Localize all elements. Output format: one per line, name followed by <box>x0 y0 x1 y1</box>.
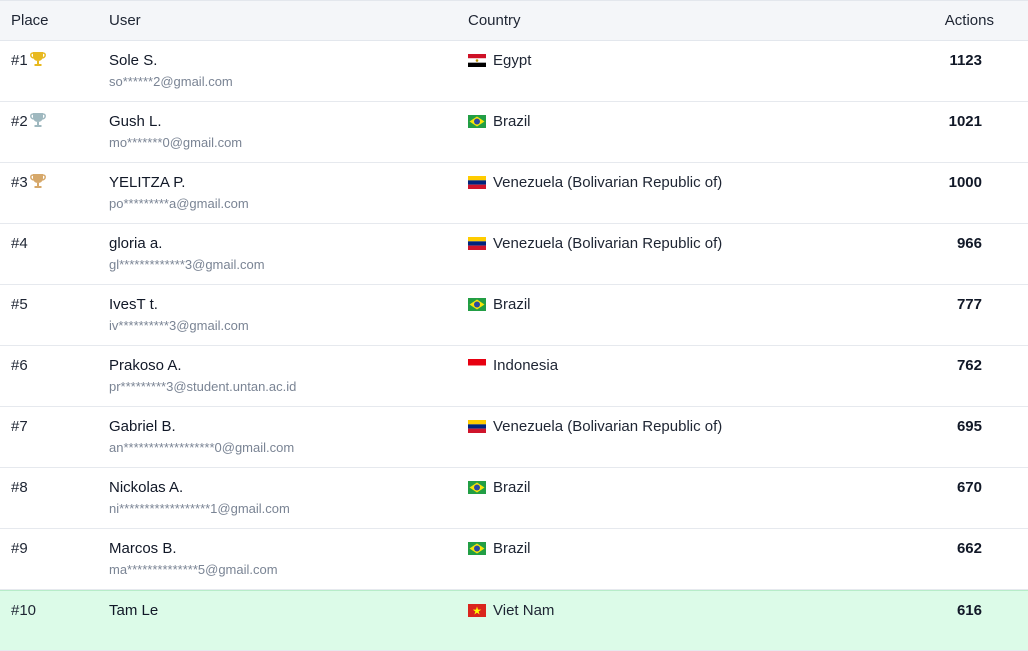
header-actions: Actions <box>944 12 994 29</box>
place-rank: #9 <box>11 540 28 557</box>
actions-count: 1123 <box>949 52 982 69</box>
brazil-flag-icon <box>468 481 486 494</box>
brazil-flag-icon <box>468 542 486 555</box>
user-name: Sole S. <box>109 52 158 69</box>
place-rank: #1 <box>11 52 28 69</box>
user-email: po*********a@gmail.com <box>109 196 249 211</box>
place-rank: #8 <box>11 479 28 496</box>
actions-count: 966 <box>956 235 982 252</box>
place-cell: #6 <box>11 357 28 374</box>
table-row: #1 Sole S. so******2@gmail.com Egypt 1123 <box>0 41 1028 102</box>
user-email: so******2@gmail.com <box>109 74 233 89</box>
place-cell: #1 <box>11 52 47 69</box>
country-name: Egypt <box>493 52 532 69</box>
country-cell: Venezuela (Bolivarian Republic of) <box>468 235 722 252</box>
user-email: pr*********3@student.untan.ac.id <box>109 379 297 394</box>
place-cell: #9 <box>11 540 28 557</box>
table-row: #4 gloria a. gl*************3@gmail.com Ve… <box>0 224 1028 285</box>
place-cell: #2 <box>11 113 47 130</box>
leaderboard-table: Place User Country Actions #1 Sole S. so*… <box>0 0 1028 651</box>
country-name: Brazil <box>493 479 531 496</box>
actions-count: 662 <box>956 540 982 557</box>
country-name: Viet Nam <box>493 602 555 619</box>
table-row: #7 Gabriel B. an******************0@gmail.… <box>0 407 1028 468</box>
user-email: an******************0@gmail.com <box>109 440 295 455</box>
actions-count: 762 <box>956 357 982 374</box>
place-rank: #2 <box>11 113 28 130</box>
user-email: gl*************3@gmail.com <box>109 257 265 272</box>
actions-count: 695 <box>956 418 982 435</box>
table-row: #2 Gush L. mo*******0@gmail.com Brazil 102… <box>0 102 1028 163</box>
actions-count: 1000 <box>948 174 982 191</box>
user-name: Gush L. <box>109 113 162 130</box>
table-row: #9 Marcos B. ma**************5@gmail.com B… <box>0 529 1028 590</box>
place-cell: #3 <box>11 174 47 191</box>
country-cell: Indonesia <box>468 357 558 374</box>
country-cell: Viet Nam <box>468 602 554 619</box>
table-row: #5 IvesT t. iv**********3@gmail.com Brazil… <box>0 285 1028 346</box>
place-rank: #6 <box>11 357 28 374</box>
place-rank: #7 <box>11 418 28 435</box>
table-row: #10 Tam Le Viet Nam 616 <box>0 590 1028 651</box>
country-name: Venezuela (Bolivarian Republic of) <box>493 418 723 435</box>
country-cell: Brazil <box>468 479 531 496</box>
place-rank: #3 <box>11 174 28 191</box>
table-header: Place User Country Actions <box>0 0 1028 41</box>
country-name: Venezuela (Bolivarian Republic of) <box>493 235 723 252</box>
venezuela-flag-icon <box>468 237 486 250</box>
country-name: Venezuela (Bolivarian Republic of) <box>493 174 723 191</box>
place-rank: #4 <box>11 235 28 252</box>
trophy-icon <box>29 50 47 68</box>
place-cell: #7 <box>11 418 28 435</box>
place-rank: #10 <box>11 602 37 619</box>
user-name: Marcos B. <box>109 540 177 557</box>
table-body: #1 Sole S. so******2@gmail.com Egypt 1123 #… <box>0 41 1028 651</box>
country-cell: Brazil <box>468 113 531 130</box>
country-name: Brazil <box>493 113 531 130</box>
venezuela-flag-icon <box>468 420 486 433</box>
country-cell: Venezuela (Bolivarian Republic of) <box>468 174 722 191</box>
trophy-icon <box>29 172 47 190</box>
country-cell: Egypt <box>468 52 531 69</box>
egypt-flag-icon <box>468 54 486 67</box>
place-cell: #5 <box>11 296 28 313</box>
actions-count: 1021 <box>948 113 982 130</box>
table-row: #6 Prakoso A. pr*********3@student.untan.a… <box>0 346 1028 407</box>
brazil-flag-icon <box>468 298 486 311</box>
trophy-icon <box>29 111 47 129</box>
country-name: Brazil <box>493 540 531 557</box>
user-email: ma**************5@gmail.com <box>109 562 278 577</box>
country-cell: Brazil <box>468 540 531 557</box>
place-rank: #5 <box>11 296 28 313</box>
vietnam-flag-icon <box>468 604 486 617</box>
indonesia-flag-icon <box>468 359 486 372</box>
header-place: Place <box>11 12 49 29</box>
place-cell: #10 <box>11 602 36 619</box>
table-row: #8 Nickolas A. ni******************1@gmail… <box>0 468 1028 529</box>
actions-count: 777 <box>956 296 982 313</box>
user-name: Prakoso A. <box>109 357 182 374</box>
actions-count: 616 <box>956 602 982 619</box>
actions-count: 670 <box>956 479 982 496</box>
table-row: #3 YELITZA P. po*********a@gmail.com Vene… <box>0 163 1028 224</box>
brazil-flag-icon <box>468 115 486 128</box>
header-user: User <box>109 12 141 29</box>
place-cell: #4 <box>11 235 28 252</box>
user-name: YELITZA P. <box>109 174 186 191</box>
user-name: IvesT t. <box>109 296 158 313</box>
country-cell: Venezuela (Bolivarian Republic of) <box>468 418 722 435</box>
user-name: Gabriel B. <box>109 418 176 435</box>
header-country: Country <box>468 12 521 29</box>
user-email: mo*******0@gmail.com <box>109 135 243 150</box>
user-name: Nickolas A. <box>109 479 184 496</box>
user-email: ni******************1@gmail.com <box>109 501 290 516</box>
user-email: iv**********3@gmail.com <box>109 318 249 333</box>
place-cell: #8 <box>11 479 28 496</box>
venezuela-flag-icon <box>468 176 486 189</box>
user-name: Tam Le <box>109 602 159 619</box>
country-name: Brazil <box>493 296 531 313</box>
user-name: gloria a. <box>109 235 163 252</box>
country-cell: Brazil <box>468 296 531 313</box>
country-name: Indonesia <box>493 357 559 374</box>
